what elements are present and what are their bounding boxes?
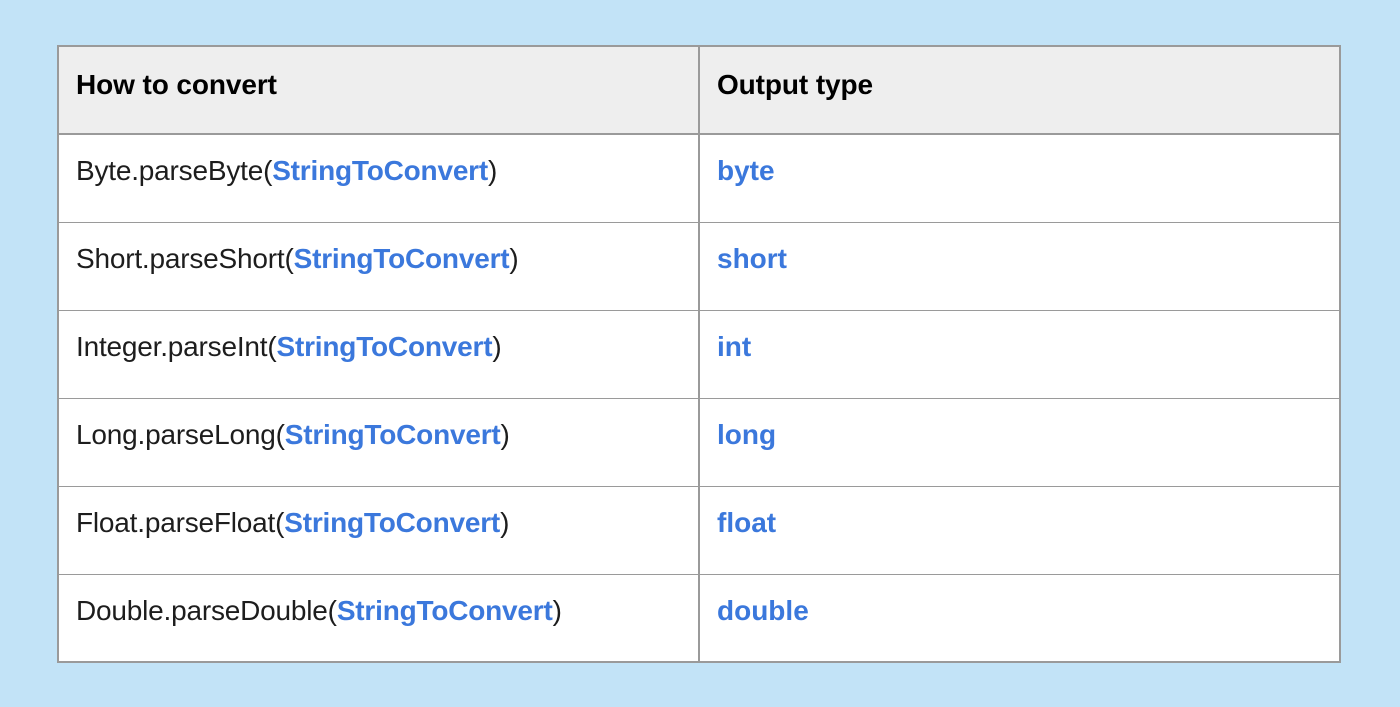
method-prefix: Integer.parseInt( [76,330,277,362]
method-prefix: Long.parseLong( [76,418,285,450]
table-row: Integer.parseInt(StringToConvert) int [58,310,1340,399]
cell-how-to-convert: Long.parseLong(StringToConvert) [58,398,700,487]
method-prefix: Float.parseFloat( [76,506,285,538]
method-suffix: ) [509,242,519,274]
output-type-value: long [717,418,777,450]
page-root: How to convert Output type Byte.parseByt… [0,0,1400,707]
table-row: Float.parseFloat(StringToConvert) float [58,486,1340,575]
method-prefix: Short.parseShort( [76,242,294,274]
method-suffix: ) [500,418,510,450]
output-type-value: byte [717,155,775,186]
table-row: Byte.parseByte(StringToConvert) byte [58,134,1340,223]
table-container: How to convert Output type Byte.parseByt… [57,45,1341,663]
output-type-value: int [717,330,752,362]
cell-output-type: float [699,486,1340,575]
output-type-value: short [717,242,787,274]
method-argument: StringToConvert [336,594,553,626]
method-suffix: ) [500,506,510,538]
cell-output-type: long [699,398,1340,487]
method-argument: StringToConvert [284,418,501,450]
method-argument: StringToConvert [293,242,510,274]
cell-how-to-convert: Byte.parseByte(StringToConvert) [58,134,700,223]
method-suffix: ) [492,330,502,362]
output-type-value: double [717,594,809,626]
string-conversion-table: How to convert Output type Byte.parseByt… [57,45,1341,663]
cell-how-to-convert: Double.parseDouble(StringToConvert) [58,574,700,662]
cell-output-type: int [699,310,1340,399]
table-row: Long.parseLong(StringToConvert) long [58,398,1340,487]
cell-how-to-convert: Integer.parseInt(StringToConvert) [58,310,700,399]
method-prefix: Byte.parseByte( [76,155,273,186]
method-suffix: ) [488,155,498,186]
table-header-row: How to convert Output type [58,46,1340,135]
column-header-output-type: Output type [699,46,1340,135]
cell-how-to-convert: Float.parseFloat(StringToConvert) [58,486,700,575]
method-argument: StringToConvert [284,506,501,538]
table-row: Double.parseDouble(StringToConvert) doub… [58,574,1340,662]
table-header: How to convert Output type [58,46,1340,135]
cell-output-type: short [699,222,1340,311]
method-argument: StringToConvert [272,155,489,186]
output-type-value: float [717,506,777,538]
cell-how-to-convert: Short.parseShort(StringToConvert) [58,222,700,311]
method-prefix: Double.parseDouble( [76,594,337,626]
table-body: Byte.parseByte(StringToConvert) byte Sho… [58,134,1340,662]
column-header-how-to-convert: How to convert [58,46,700,135]
method-argument: StringToConvert [276,330,493,362]
method-suffix: ) [552,594,562,626]
table-row: Short.parseShort(StringToConvert) short [58,222,1340,311]
cell-output-type: byte [699,134,1340,223]
cell-output-type: double [699,574,1340,662]
